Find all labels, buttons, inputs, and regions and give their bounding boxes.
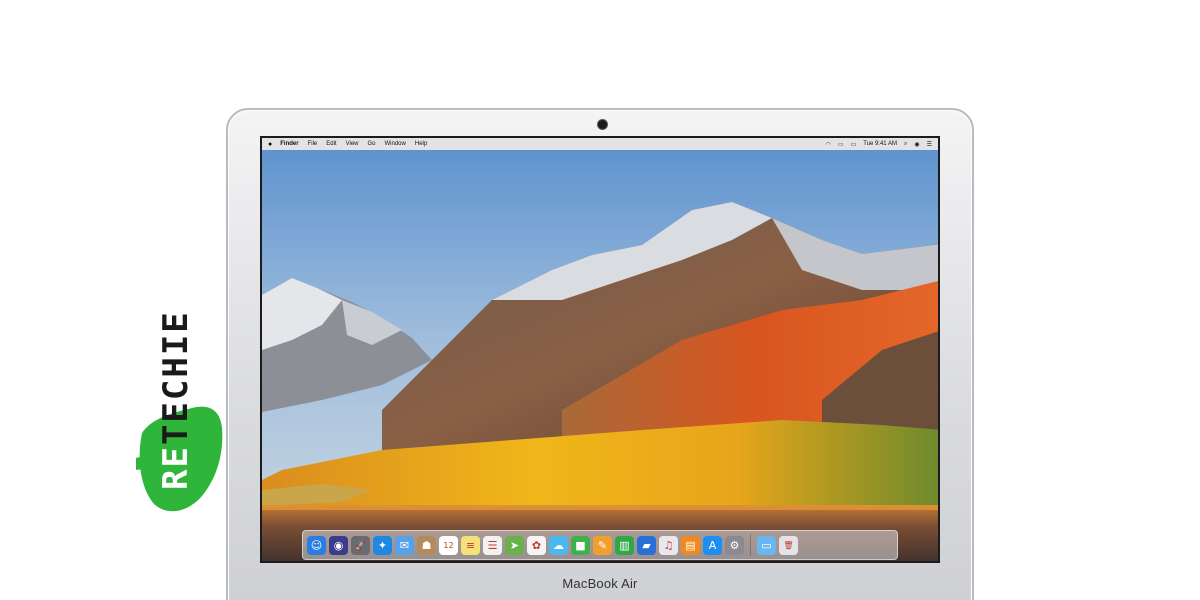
dock: ☺ ◉ 🚀 ✦ ✉ ☗ 12 ≡ ☰ ➤ ✿ ☁ ■ ✎ ▥ ▰ ♫ ▤ A ⚙ ▭ 🗑	[302, 530, 898, 560]
desktop-wallpaper	[262, 150, 938, 561]
siri-icon[interactable]: ◉	[914, 141, 919, 148]
wifi-icon[interactable]: ◠	[826, 141, 831, 148]
dock-siri-icon[interactable]: ◉	[329, 535, 348, 555]
retechie-logo-text: RETECHIE	[156, 310, 196, 490]
dock-pages-icon[interactable]: ✎	[593, 535, 612, 555]
airplay-icon[interactable]: ▭	[838, 141, 844, 148]
dock-messages-icon[interactable]: ☁	[549, 535, 568, 555]
menu-clock[interactable]: Tue 9:41 AM	[863, 141, 897, 147]
dock-separator	[750, 534, 751, 556]
menu-bar-status: ◠ ▭ ▭ Tue 9:41 AM ⌕ ◉ ☰	[826, 141, 932, 148]
dock-mail-icon[interactable]: ✉	[395, 535, 414, 555]
menu-file[interactable]: File	[308, 141, 318, 147]
dock-launchpad-icon[interactable]: 🚀	[351, 535, 370, 555]
battery-icon[interactable]: ▭	[851, 141, 857, 148]
dock-notes-icon[interactable]: ≡	[461, 535, 480, 555]
retechie-logo: RETECHIE	[136, 310, 223, 512]
dock-itunes-icon[interactable]: ♫	[659, 535, 678, 555]
webcam	[598, 120, 607, 129]
search-icon[interactable]: ⌕	[904, 141, 907, 148]
dock-numbers-icon[interactable]: ▥	[615, 535, 634, 555]
dock-photos-icon[interactable]: ✿	[527, 535, 546, 555]
dock-ibooks-icon[interactable]: ▤	[681, 535, 700, 555]
menu-bar: ● Finder File Edit View Go Window Help ◠…	[262, 138, 938, 150]
laptop-screen: ● Finder File Edit View Go Window Help ◠…	[260, 136, 940, 563]
dock-finder-icon[interactable]: ☺	[307, 535, 326, 555]
menu-go[interactable]: Go	[368, 141, 376, 147]
menu-help[interactable]: Help	[415, 141, 427, 147]
dock-maps-icon[interactable]: ➤	[505, 535, 524, 555]
menu-view[interactable]: View	[346, 141, 359, 147]
dock-trash-icon[interactable]: 🗑	[779, 535, 798, 555]
dock-app-store-icon[interactable]: A	[703, 535, 722, 555]
menu-window[interactable]: Window	[385, 141, 406, 147]
apple-logo-icon[interactable]: ●	[268, 141, 272, 148]
dock-facetime-icon[interactable]: ■	[571, 535, 590, 555]
menu-finder[interactable]: Finder	[280, 141, 298, 147]
dock-keynote-icon[interactable]: ▰	[637, 535, 656, 555]
notification-center-icon[interactable]: ☰	[927, 141, 932, 148]
dock-system-preferences-icon[interactable]: ⚙	[725, 535, 744, 555]
model-label: MacBook Air	[562, 576, 638, 591]
dock-reminders-icon[interactable]: ☰	[483, 535, 502, 555]
dock-safari-icon[interactable]: ✦	[373, 535, 392, 555]
menu-edit[interactable]: Edit	[326, 141, 336, 147]
dock-contacts-icon[interactable]: ☗	[417, 535, 436, 555]
dock-calendar-icon[interactable]: 12	[439, 535, 458, 555]
dock-downloads-folder-icon[interactable]: ▭	[757, 535, 776, 555]
